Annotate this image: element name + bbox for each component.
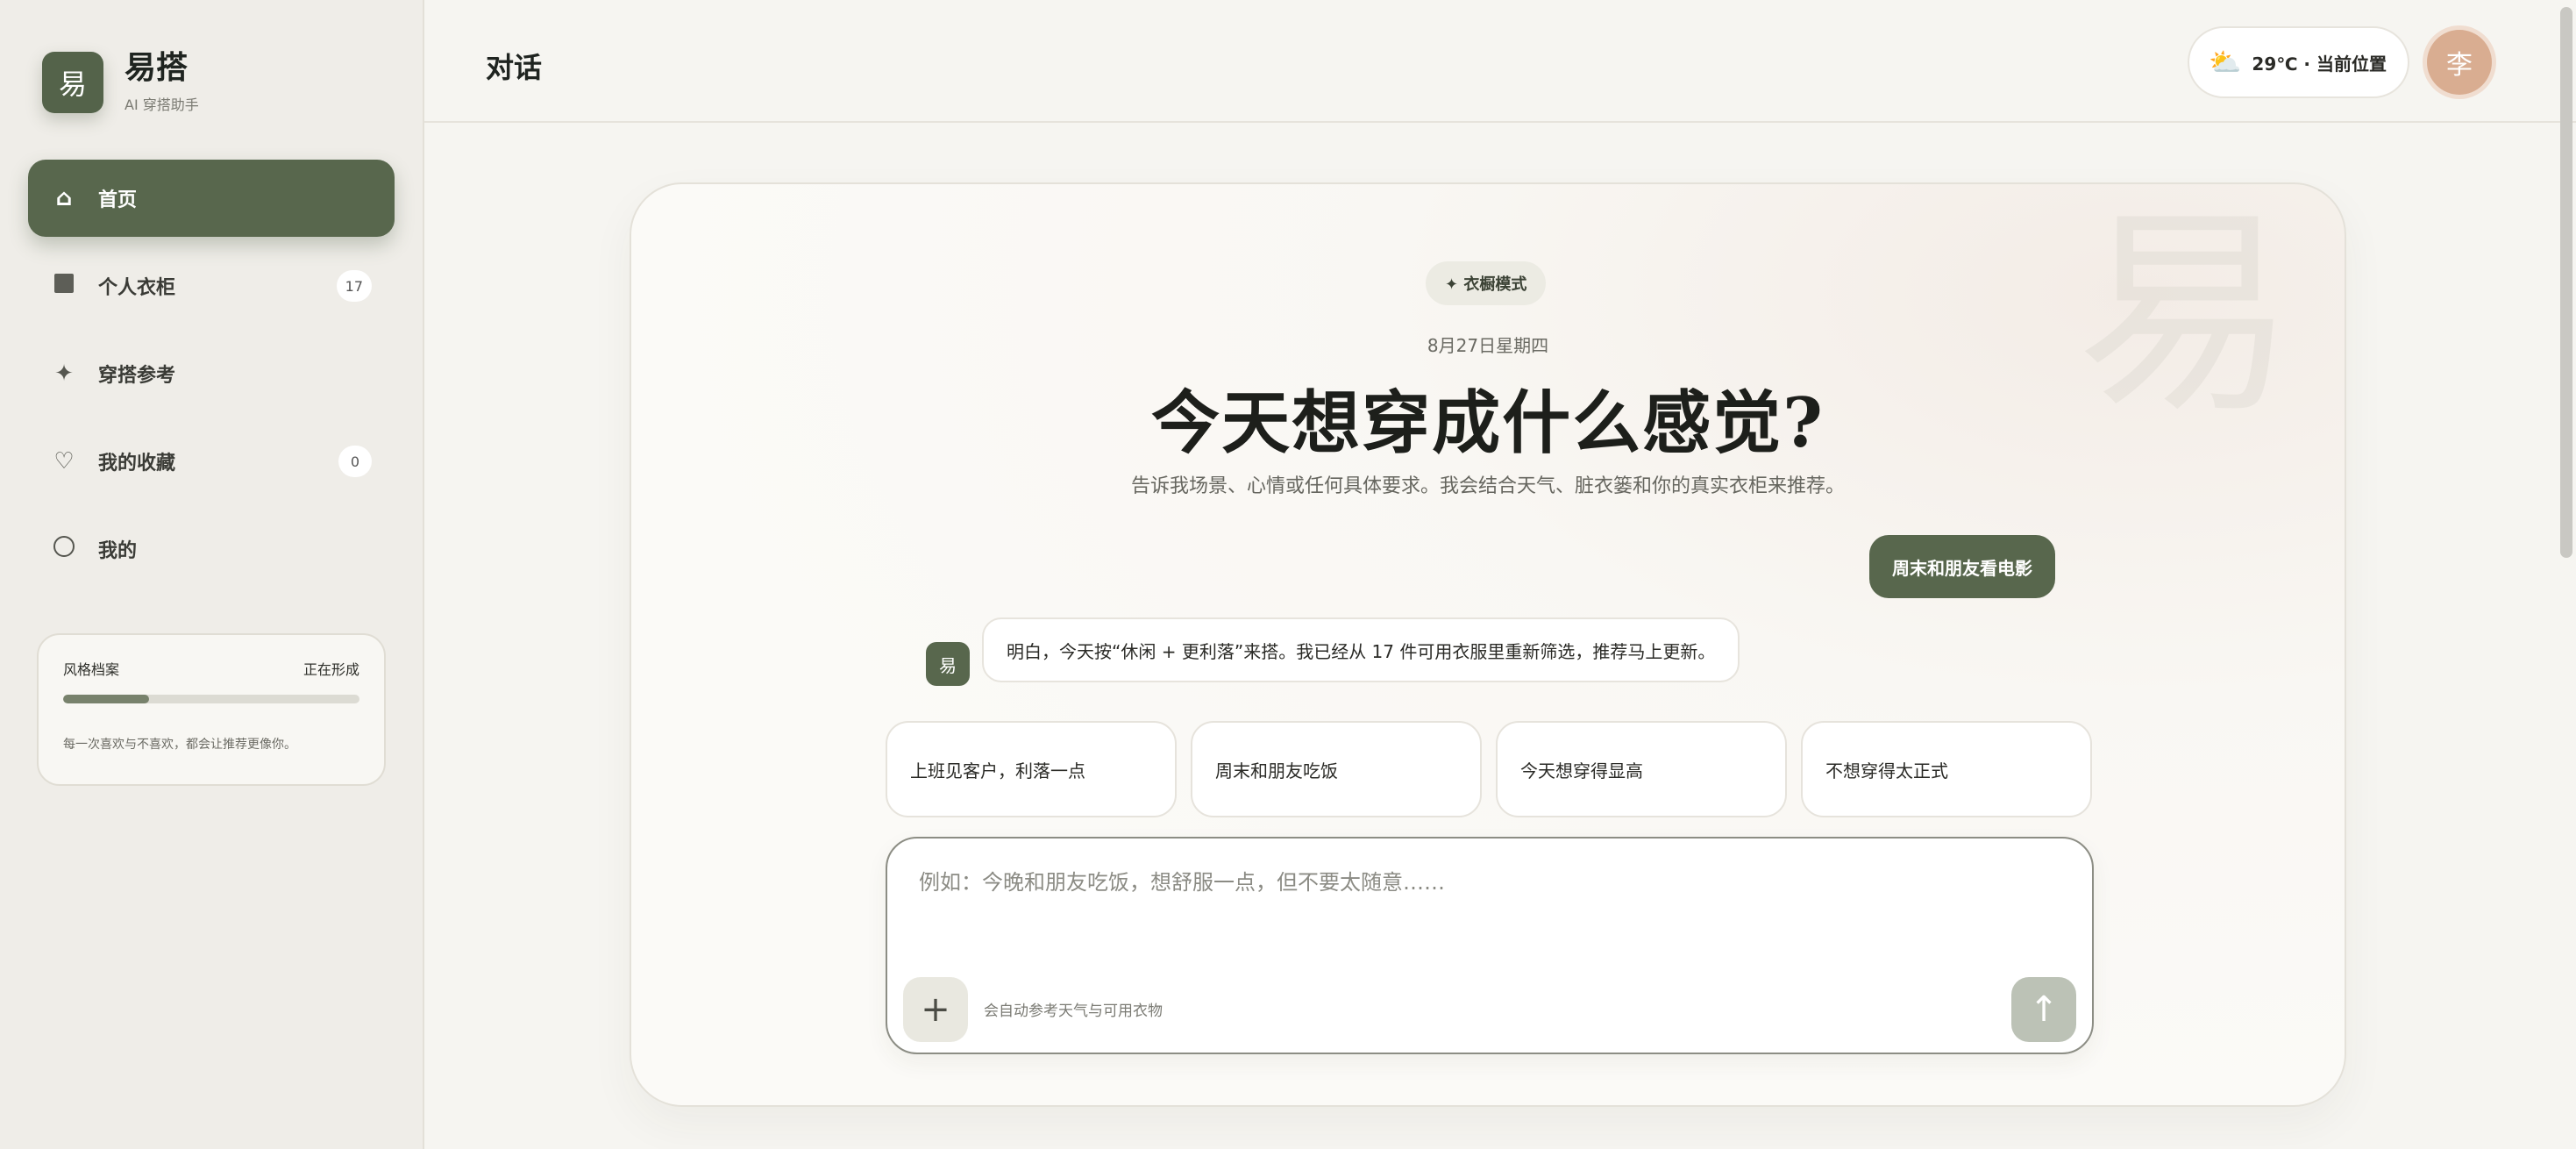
sidebar-item-profile[interactable]: 我的 <box>28 510 395 588</box>
profile-icon <box>51 535 77 563</box>
current-date: 8月27日星期四 <box>1427 335 1549 356</box>
user-message: 周末和朋友看电影 <box>1869 535 2055 598</box>
arrow-up-icon: ↑ <box>2029 989 2059 1030</box>
favorites-count-badge: 0 <box>338 446 372 477</box>
avatar[interactable]: 李 <box>2427 30 2492 95</box>
weather-text: 29℃ · 当前位置 <box>2252 53 2387 75</box>
send-button[interactable]: ↑ <box>2011 977 2076 1042</box>
brand-logo: 易 <box>42 51 103 113</box>
style-profile-progress-fill <box>63 695 150 703</box>
suggestion-chip[interactable]: 周末和朋友吃饭 <box>1191 721 1482 817</box>
style-profile-card[interactable]: 风格档案 正在形成 每一次喜欢与不喜欢，都会让推荐更像你。 <box>37 633 386 786</box>
sidebar-nav: ⌂ 首页 个人衣柜 17 ✦ 穿搭参考 ♡ 我的收藏 0 我的 <box>28 160 395 598</box>
sidebar-item-label: 我的 <box>98 540 138 562</box>
sparkle-icon: ✦ <box>54 360 74 387</box>
sidebar-item-wardrobe[interactable]: 个人衣柜 17 <box>28 247 395 325</box>
scrollbar[interactable] <box>2560 7 2572 558</box>
style-profile-progress <box>63 695 359 703</box>
plus-icon: + <box>921 989 950 1030</box>
bot-avatar: 易 <box>926 642 970 686</box>
sidebar-item-label: 我的收藏 <box>98 453 176 475</box>
wardrobe-mode-badge[interactable]: ✦ 衣橱模式 <box>1426 261 1547 305</box>
sidebar-item-outfit-reference[interactable]: ✦ 穿搭参考 <box>28 335 395 412</box>
sidebar-item-label: 首页 <box>98 189 138 211</box>
sidebar-item-favorites[interactable]: ♡ 我的收藏 0 <box>28 423 395 500</box>
suggestion-chip[interactable]: 上班见客户，利落一点 <box>886 721 1177 817</box>
style-profile-header: 风格档案 正在形成 <box>63 658 359 679</box>
brand-text: 易搭 AI 穿搭助手 <box>125 51 199 114</box>
page-title: 对话 <box>486 51 543 84</box>
sidebar-item-label: 个人衣柜 <box>98 277 176 299</box>
suggestion-chip[interactable]: 今天想穿得显高 <box>1496 721 1787 817</box>
weather-pill[interactable]: ⛅ 29℃ · 当前位置 <box>2188 26 2409 98</box>
message-composer: + 会自动参考天气与可用衣物 ↑ <box>886 837 2094 1054</box>
chat-card: 易 ✦ 衣橱模式 8月27日星期四 今天想穿成什么感觉? 告诉我场景、心情或任何… <box>630 182 2346 1107</box>
brand-name: 易搭 <box>125 50 189 86</box>
suggestion-chips: 上班见客户，利落一点 周末和朋友吃饭 今天想穿得显高 不想穿得太正式 <box>886 721 2106 817</box>
partly-cloudy-icon: ⛅ <box>2209 46 2242 78</box>
suggestion-chip[interactable]: 不想穿得太正式 <box>1801 721 2092 817</box>
wardrobe-icon <box>51 273 77 299</box>
style-profile-status: 正在形成 <box>302 661 359 678</box>
heart-icon: ♡ <box>53 448 75 475</box>
top-bar: 对话 ⛅ 29℃ · 当前位置 李 <box>424 0 2576 123</box>
sidebar-item-label: 穿搭参考 <box>98 365 176 387</box>
add-attachment-button[interactable]: + <box>903 977 968 1042</box>
bot-message-row: 易 明白，今天按“休闲 + 更利落”来搭。我已经从 17 件可用衣服里重新筛选，… <box>926 614 1740 686</box>
style-profile-title: 风格档案 <box>63 661 120 678</box>
home-icon: ⌂ <box>55 185 73 211</box>
wardrobe-count-badge: 17 <box>336 270 372 302</box>
composer-hint: 会自动参考天气与可用衣物 <box>984 1003 1163 1020</box>
hero-headline: 今天想穿成什么感觉? <box>1151 383 1825 463</box>
bot-message: 明白，今天按“休闲 + 更利落”来搭。我已经从 17 件可用衣服里重新筛选，推荐… <box>982 617 1740 682</box>
brand[interactable]: 易 易搭 AI 穿搭助手 <box>42 51 199 114</box>
message-input[interactable] <box>919 865 2059 900</box>
brand-subtitle: AI 穿搭助手 <box>125 96 199 113</box>
style-profile-note: 每一次喜欢与不喜欢，都会让推荐更像你。 <box>63 738 296 752</box>
hero-subline: 告诉我场景、心情或任何具体要求。我会结合天气、脏衣篓和你的真实衣柜来推荐。 <box>1130 475 1845 497</box>
sidebar-item-home[interactable]: ⌂ 首页 <box>28 160 395 237</box>
sidebar: 易 易搭 AI 穿搭助手 ⌂ 首页 个人衣柜 17 ✦ 穿搭参考 ♡ 我的收藏 … <box>0 0 424 1149</box>
